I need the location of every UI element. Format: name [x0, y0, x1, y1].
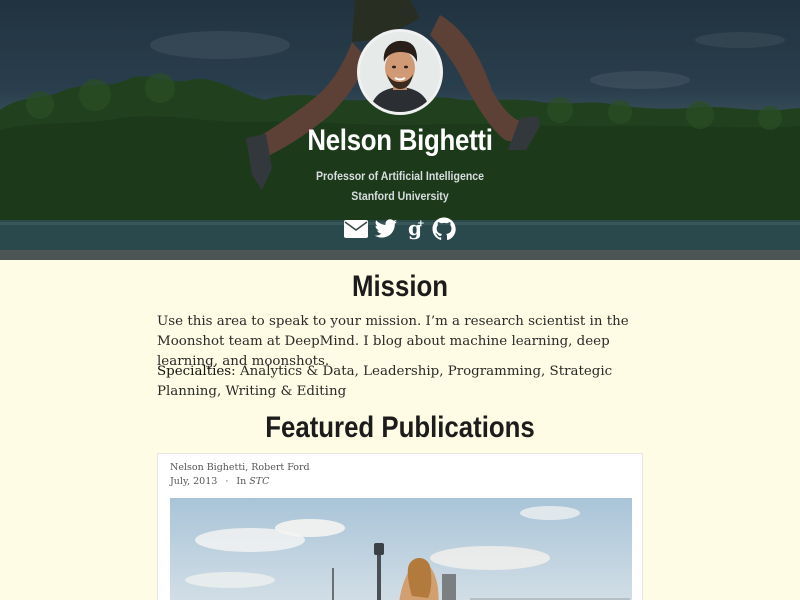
meta-separator: ·	[225, 476, 229, 487]
publication-meta: July, 2013 · In STC	[170, 476, 269, 487]
social-links: g +	[344, 216, 456, 242]
publication-venue[interactable]: STC	[249, 476, 269, 487]
specialties: Specialties: Analytics & Data, Leadershi…	[157, 362, 643, 402]
avatar	[357, 29, 443, 115]
publications-heading: Featured Publications	[265, 411, 535, 444]
hero-banner: Nelson Bighetti Professor of Artificial …	[0, 0, 800, 260]
specialties-label: Specialties:	[157, 364, 236, 379]
svg-text:+: +	[417, 219, 424, 229]
publication-card[interactable]: Nelson Bighetti, Robert Ford July, 2013 …	[157, 453, 643, 600]
mission-heading: Mission	[351, 270, 449, 303]
publication-date: July, 2013	[170, 476, 218, 487]
profile-role: Professor of Artificial Intelligence	[315, 169, 485, 183]
publication-image[interactable]	[170, 498, 632, 600]
publication-in-label: In	[236, 476, 247, 487]
profile-organization: Stanford University	[351, 189, 449, 203]
github-icon[interactable]	[432, 217, 456, 241]
publication-authors: Nelson Bighetti, Robert Ford	[170, 462, 310, 473]
profile-name: Nelson Bighetti	[307, 124, 493, 157]
avatar-portrait	[360, 32, 440, 112]
twitter-icon[interactable]	[374, 217, 398, 241]
envelope-icon[interactable]	[344, 217, 368, 241]
google-plus-icon[interactable]: g +	[404, 217, 426, 241]
